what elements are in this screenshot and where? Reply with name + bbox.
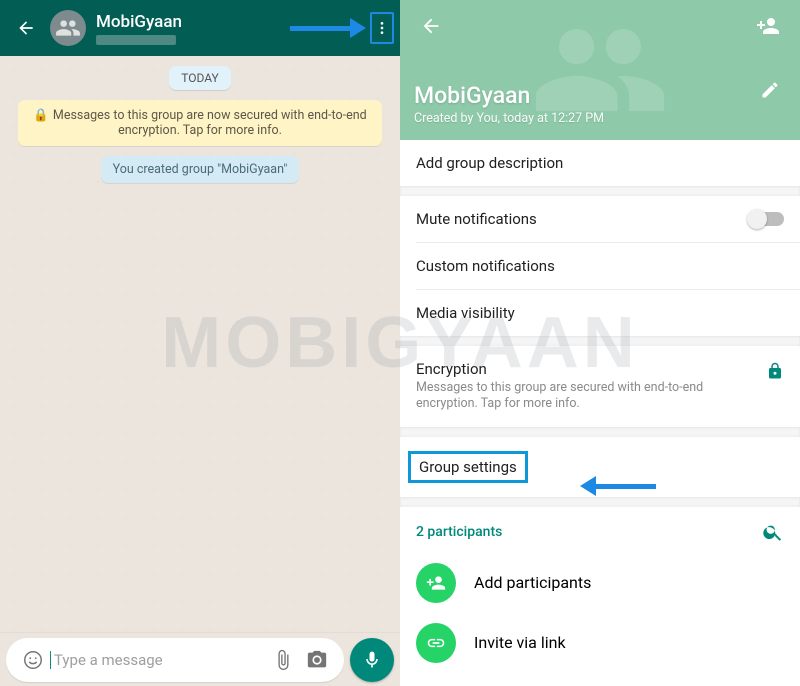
- annotation-arrow-1: [290, 18, 366, 38]
- encryption-notice[interactable]: 🔒Messages to this group are now secured …: [18, 100, 382, 146]
- group-avatar[interactable]: [50, 10, 86, 46]
- lock-icon: 🔒: [33, 108, 49, 123]
- chat-body[interactable]: TODAY 🔒Messages to this group are now se…: [0, 56, 400, 632]
- date-chip: TODAY: [169, 66, 231, 90]
- created-group-notice: You created group "MobiGyaan": [101, 156, 300, 183]
- add-person-icon: [416, 563, 456, 603]
- chat-screen: MobiGyaan TODAY 🔒Messages to this group …: [0, 0, 400, 686]
- annotation-arrow-2: [580, 476, 656, 496]
- lock-icon: [766, 362, 784, 380]
- group-info-header: MobiGyaan Created by You, today at 12:27…: [400, 0, 800, 140]
- camera-icon[interactable]: [300, 649, 334, 671]
- back-icon[interactable]: [8, 10, 44, 46]
- participants-count: 2 participants: [416, 524, 502, 540]
- group-info-screen: MobiGyaan Created by You, today at 12:27…: [400, 0, 800, 686]
- custom-notifications-row[interactable]: Custom notifications: [400, 243, 800, 289]
- more-options-icon[interactable]: [374, 18, 390, 38]
- emoji-icon[interactable]: [16, 649, 50, 671]
- link-icon: [416, 623, 456, 663]
- media-visibility-row[interactable]: Media visibility: [400, 290, 800, 336]
- message-input-bar: Type a message: [0, 632, 400, 686]
- group-created-info: Created by You, today at 12:27 PM: [414, 111, 786, 126]
- mute-toggle[interactable]: [750, 212, 784, 226]
- message-placeholder: Type a message: [50, 651, 266, 669]
- add-group-description[interactable]: Add group description: [400, 140, 800, 186]
- add-participants-row[interactable]: Add participants: [400, 553, 800, 613]
- chat-subtitle-placeholder: [96, 35, 176, 45]
- message-input[interactable]: Type a message: [6, 638, 344, 682]
- mute-notifications-row[interactable]: Mute notifications: [400, 196, 800, 242]
- group-name: MobiGyaan: [414, 82, 786, 109]
- mic-button[interactable]: [350, 638, 394, 682]
- more-options-highlight: [370, 12, 394, 44]
- encryption-row[interactable]: Encryption Messages to this group are se…: [400, 346, 800, 427]
- group-settings-highlight: Group settings: [408, 451, 528, 483]
- search-icon[interactable]: [762, 521, 784, 543]
- invite-link-row[interactable]: Invite via link: [400, 613, 800, 673]
- participants-header: 2 participants: [400, 507, 800, 553]
- edit-icon[interactable]: [754, 74, 786, 106]
- attach-icon[interactable]: [266, 649, 300, 671]
